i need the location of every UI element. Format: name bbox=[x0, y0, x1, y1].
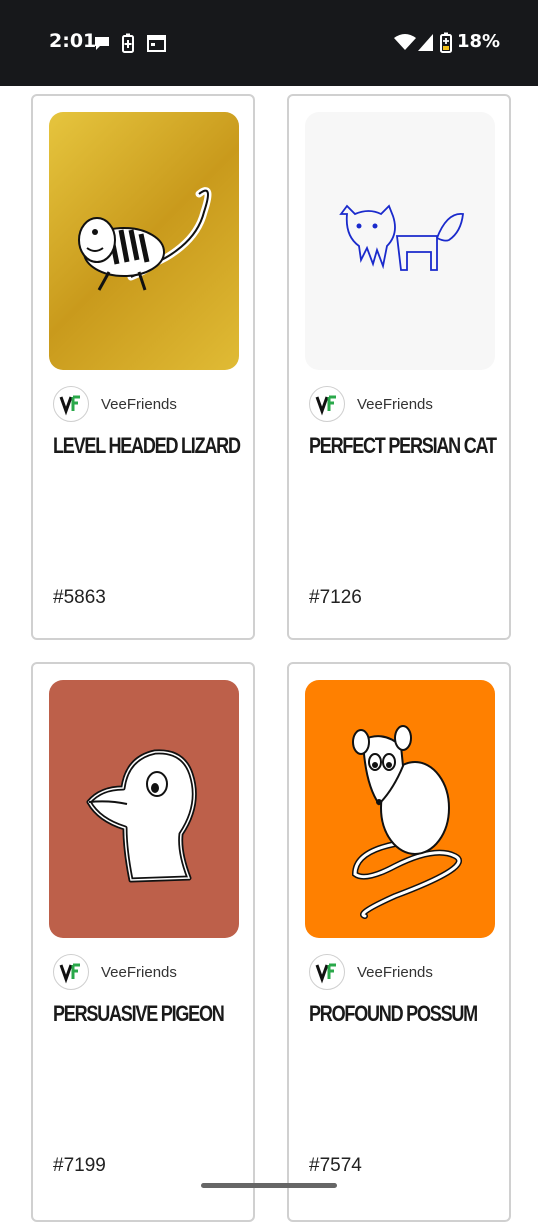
creator-name[interactable]: VeeFriends bbox=[101, 396, 177, 413]
card-title: LEVEL HEADED LIZARD bbox=[53, 433, 241, 458]
nft-card[interactable]: VeeFriends LEVEL HEADED LIZARD #5863 bbox=[31, 94, 255, 640]
creator-avatar[interactable] bbox=[309, 386, 345, 422]
battery-percent: 18% bbox=[457, 31, 501, 52]
card-artwork bbox=[49, 680, 239, 938]
card-number: #7126 bbox=[309, 587, 362, 608]
creator-avatar[interactable] bbox=[309, 954, 345, 990]
status-time: 2:01 bbox=[49, 30, 97, 52]
card-artwork bbox=[49, 112, 239, 370]
veefriends-logo-icon bbox=[59, 963, 80, 984]
veefriends-logo-icon bbox=[315, 963, 336, 984]
creator-name[interactable]: VeeFriends bbox=[357, 396, 433, 413]
battery-saver-icon bbox=[122, 33, 134, 53]
status-bar: 2:01 18% bbox=[0, 0, 538, 86]
creator-avatar[interactable] bbox=[53, 954, 89, 990]
creator-name[interactable]: VeeFriends bbox=[101, 964, 177, 981]
cat-illustration bbox=[339, 204, 464, 271]
battery-icon bbox=[440, 32, 452, 53]
card-title: PERSUASIVE PIGEON bbox=[53, 1001, 225, 1026]
card-artwork bbox=[305, 680, 495, 938]
card-number: #5863 bbox=[53, 587, 106, 608]
cell-signal-icon bbox=[418, 34, 433, 51]
creator-name[interactable]: VeeFriends bbox=[357, 964, 433, 981]
card-number: #7574 bbox=[309, 1155, 362, 1176]
card-title: PERFECT PERSIAN CAT bbox=[309, 433, 497, 458]
lizard-illustration bbox=[78, 187, 212, 291]
possum-illustration bbox=[351, 725, 462, 919]
card-title: PROFOUND POSSUM bbox=[309, 1001, 478, 1026]
card-artwork bbox=[305, 112, 495, 370]
veefriends-logo-icon bbox=[59, 395, 80, 416]
card-number: #7199 bbox=[53, 1155, 106, 1176]
home-indicator[interactable] bbox=[201, 1183, 337, 1188]
pigeon-illustration bbox=[86, 749, 197, 883]
veefriends-logo-icon bbox=[315, 395, 336, 416]
calendar-icon bbox=[147, 35, 166, 52]
creator-avatar[interactable] bbox=[53, 386, 89, 422]
wifi-icon bbox=[394, 34, 416, 50]
nft-card[interactable]: VeeFriends PROFOUND POSSUM #7574 bbox=[287, 662, 511, 1222]
nft-card[interactable]: VeeFriends PERFECT PERSIAN CAT #7126 bbox=[287, 94, 511, 640]
chat-bubble-icon bbox=[95, 37, 109, 50]
nft-card[interactable]: VeeFriends PERSUASIVE PIGEON #7199 bbox=[31, 662, 255, 1222]
